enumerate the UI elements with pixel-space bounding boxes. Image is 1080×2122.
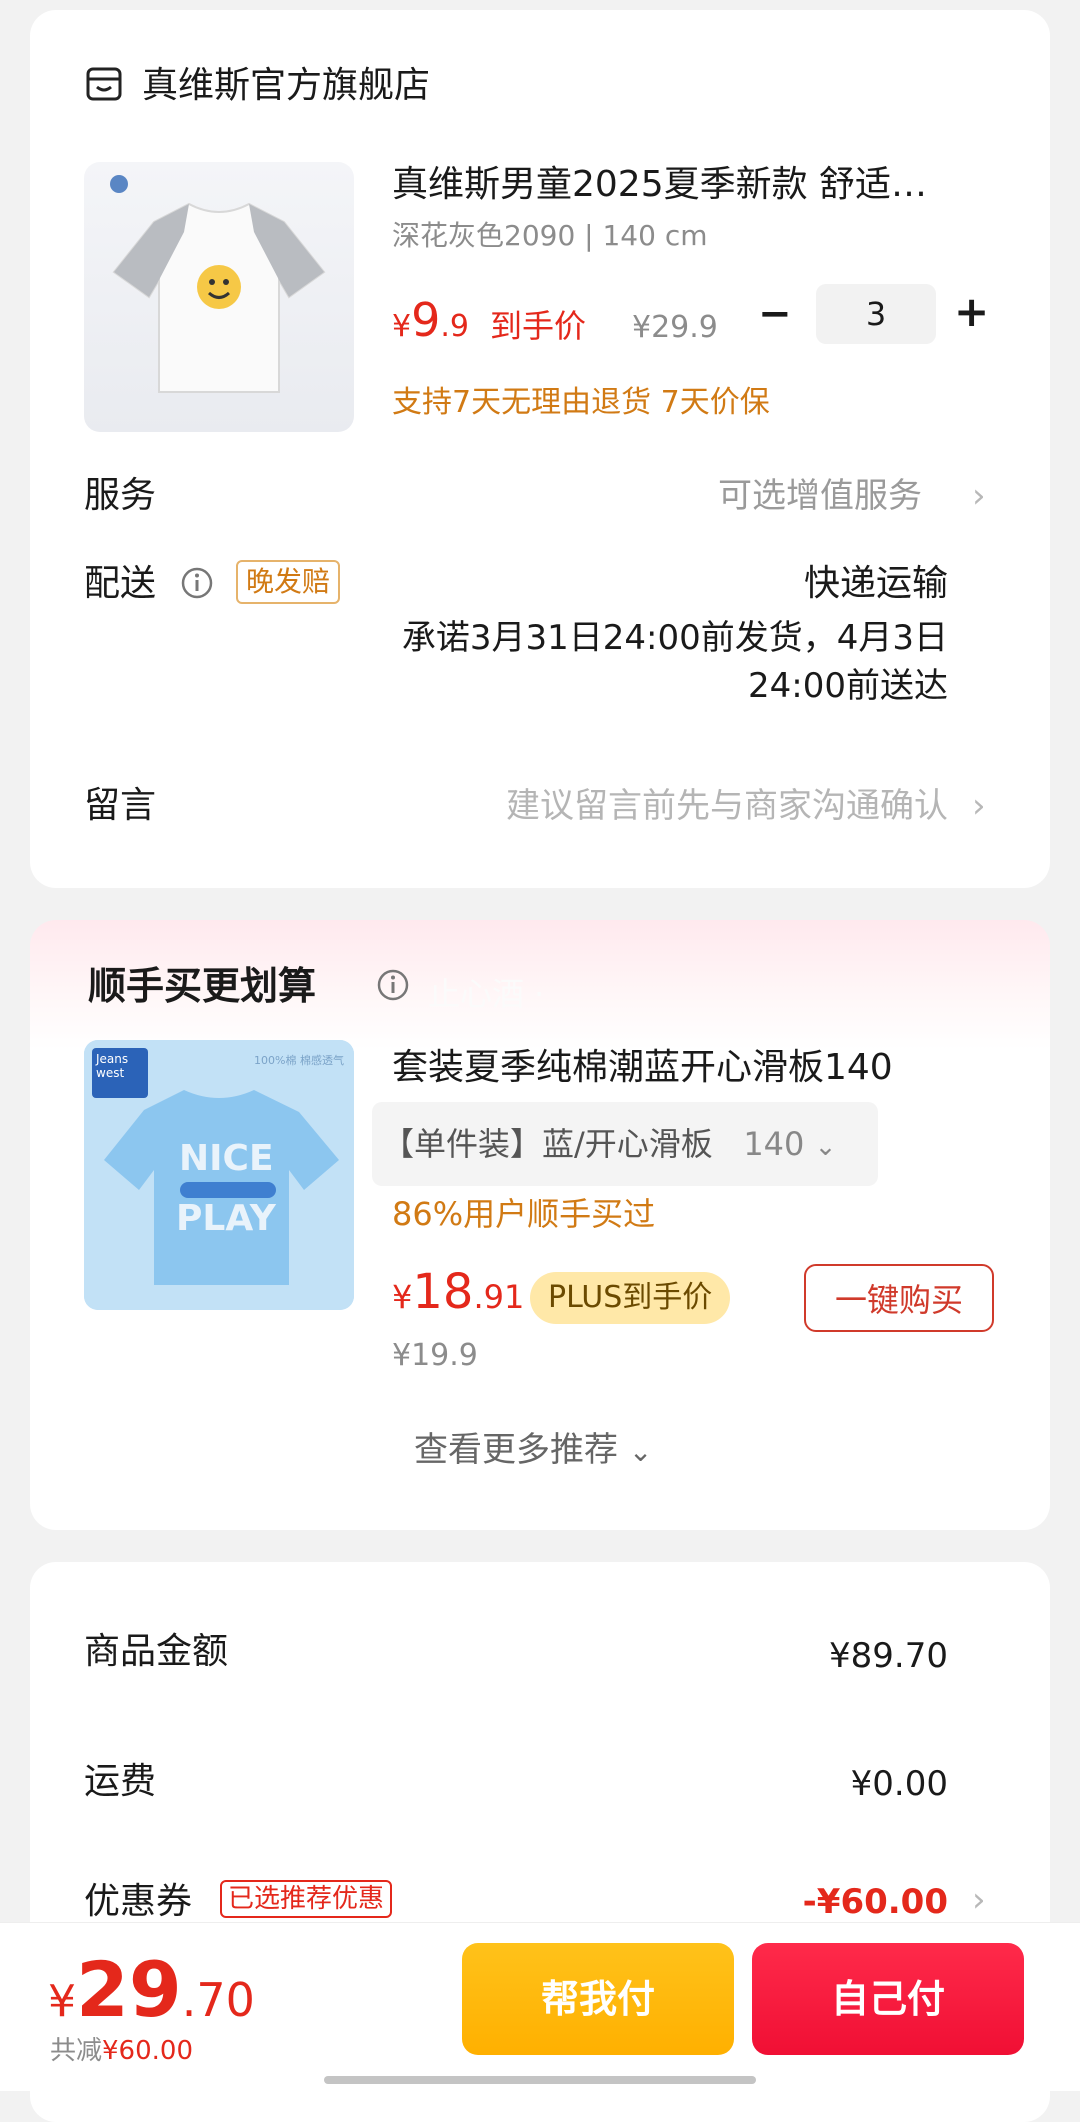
coupon-label: 优惠券 <box>84 1881 193 1922</box>
service-label: 服务 <box>84 475 157 516</box>
message-label: 留言 <box>84 785 157 826</box>
upsell-original-price: ¥19.9 <box>392 1338 478 1373</box>
currency-symbol: ¥ <box>392 1278 413 1316</box>
delivery-promise-line2: 24:00前送达 <box>748 666 948 706</box>
chevron-right-icon[interactable]: › <box>972 472 986 520</box>
store-name[interactable]: 真维斯官方旗舰店 <box>142 64 430 108</box>
total-decimal: .70 <box>181 1973 255 2027</box>
info-icon[interactable] <box>376 968 410 1002</box>
late-compensation-badge: 晚发赔 <box>236 560 341 604</box>
plus-price-tag: PLUS到手价 <box>530 1272 731 1324</box>
chevron-right-icon[interactable]: › <box>972 1876 986 1924</box>
currency-symbol: ¥ <box>48 1976 76 2027</box>
coupon-tag-text: 已选推荐优惠 <box>220 1880 393 1918</box>
saved-value: ¥60.00 <box>102 2036 193 2066</box>
order-item-card: 真维斯官方旗舰店 真维斯男童2025夏季新款 舒适… 深花灰色2090 | 14… <box>30 10 1050 888</box>
price-decimal: .91 <box>473 1278 525 1316</box>
checkout-bar: ¥29.70 共减¥60.00 帮我付 自己付 <box>0 1922 1080 2091</box>
upsell-product-title[interactable]: 套装夏季纯棉潮蓝开心滑板140 <box>392 1044 893 1092</box>
upsell-title: 顺手买更划算 <box>88 964 317 1008</box>
price-label: 到手价 <box>490 307 587 345</box>
upsell-image-note: 100%棉 棉感透气 <box>254 1054 344 1067</box>
home-indicator[interactable] <box>324 2076 756 2084</box>
goods-amount-value: ¥89.70 <box>829 1636 948 1676</box>
saved-label: 共减 <box>50 2036 103 2066</box>
upsell-image-brand: Jeans west <box>96 1052 129 1080</box>
upsell-product-image[interactable]: NICE PLAY Jeans west 100%棉 棉感透气 <box>84 1040 354 1310</box>
svg-text:NICE: NICE <box>179 1138 274 1179</box>
guarantee-text[interactable]: 支持7天无理由退货 7天价保 <box>392 382 770 424</box>
delivery-method: 快递运输 <box>803 563 948 604</box>
goods-amount-label: 商品金额 <box>84 1631 229 1672</box>
qty-input[interactable]: 3 <box>816 284 936 344</box>
chevron-right-icon[interactable]: › <box>972 782 986 830</box>
faded-overlay-text: 止心酒 · <box>428 975 545 1013</box>
one-click-buy-button[interactable]: 一键购买 <box>804 1264 994 1332</box>
price-integer: 9 <box>411 293 441 347</box>
price-integer: 18 <box>412 1264 474 1320</box>
chevron-down-icon: ⌄ <box>814 1132 837 1162</box>
qty-minus-button[interactable]: − <box>758 288 792 340</box>
chevron-down-icon: ⌄ <box>628 1435 653 1468</box>
late-compensation-text: 晚发赔 <box>236 560 341 604</box>
store-icon[interactable] <box>84 64 124 104</box>
price-decimal: .9 <box>440 309 469 344</box>
service-value[interactable]: 可选增值服务 <box>718 472 922 520</box>
product-spec[interactable]: 深花灰色2090 | 140 cm <box>392 218 708 254</box>
delivery-label: 配送 <box>84 563 157 604</box>
upsell-spec-selector[interactable]: 【单件装】蓝/开心滑板 140 ⌄ <box>372 1102 878 1186</box>
qty-plus-button[interactable]: + <box>954 286 989 338</box>
message-input[interactable]: 建议留言前先与商家沟通确认 <box>506 782 948 830</box>
help-me-pay-button[interactable]: 帮我付 <box>462 1943 734 2055</box>
upsell-card: 顺手买更划算 止心酒 · NICE PLAY Jeans west 100%棉 … <box>30 920 1050 1530</box>
upsell-price: ¥18.91 <box>392 1262 524 1333</box>
shipping-label: 运费 <box>84 1761 157 1802</box>
shipping-value: ¥0.00 <box>850 1764 948 1804</box>
see-more-label: 查看更多推荐 <box>414 1430 618 1470</box>
coupon-tag: 已选推荐优惠 <box>220 1880 393 1918</box>
upsell-size-text: 140 <box>743 1125 805 1163</box>
product-price: ¥9.9 <box>392 292 469 359</box>
currency-symbol: ¥ <box>392 309 412 344</box>
coupon-value[interactable]: -¥60.00 <box>803 1878 948 1926</box>
info-icon[interactable] <box>180 566 214 600</box>
product-image[interactable] <box>84 162 354 432</box>
upsell-buyers-text: 86%用户顺手买过 <box>392 1195 656 1233</box>
see-more-button[interactable]: 查看更多推荐 ⌄ <box>414 1426 652 1476</box>
upsell-spec-text: 【单件装】蓝/开心滑板 <box>382 1125 713 1163</box>
saved-amount: 共减¥60.00 <box>50 2033 193 2069</box>
pay-myself-button[interactable]: 自己付 <box>752 1943 1024 2055</box>
product-title[interactable]: 真维斯男童2025夏季新款 舒适… <box>392 162 927 208</box>
svg-text:PLAY: PLAY <box>176 1198 277 1239</box>
total-integer: 29 <box>76 1945 182 2034</box>
original-price: ¥29.9 <box>632 310 718 345</box>
delivery-promise-line1: 承诺3月31日24:00前发货，4月3日 <box>401 618 948 658</box>
